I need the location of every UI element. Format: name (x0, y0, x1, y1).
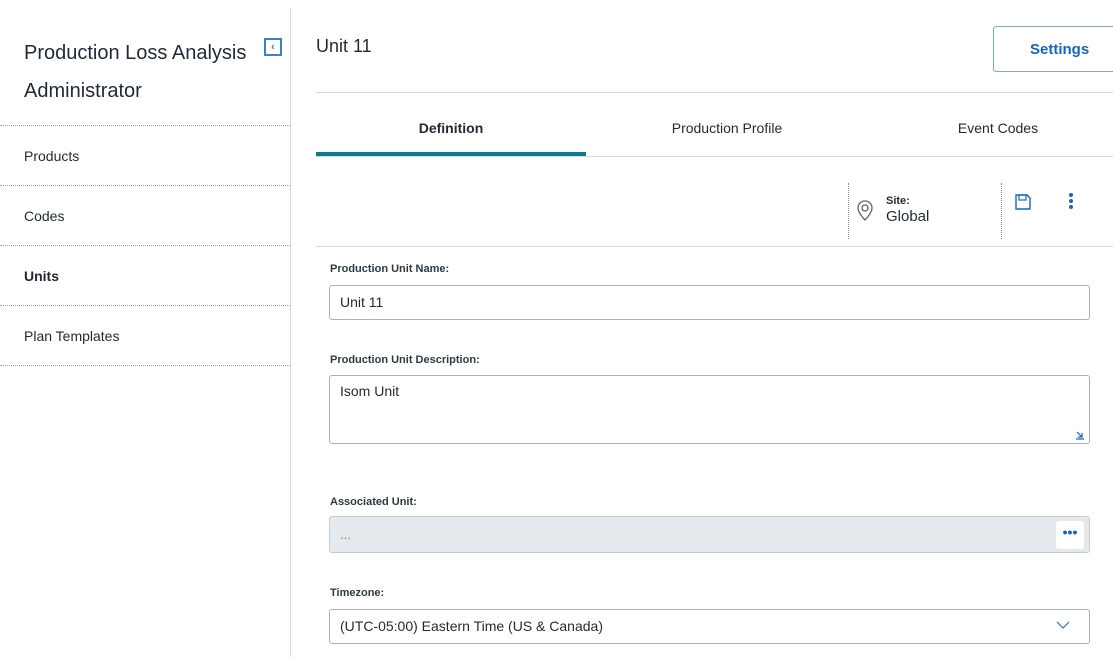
settings-button[interactable]: Settings (993, 26, 1113, 72)
site-label: Site: (886, 195, 910, 207)
save-icon[interactable] (1014, 193, 1032, 211)
sidebar-divider (290, 8, 291, 657)
sidebar-item-codes[interactable]: Codes (0, 186, 290, 246)
chevron-left-icon: ‹ (271, 41, 275, 53)
name-label: Production Unit Name: (330, 263, 450, 275)
tab-definition[interactable]: Definition (316, 98, 586, 156)
site-value[interactable]: Global (886, 208, 929, 225)
tabs-divider (316, 156, 1113, 157)
toolbar-divider (316, 246, 1113, 247)
toolbar-separator (1001, 183, 1003, 239)
description-text: Isom Unit (340, 383, 400, 399)
sidebar-item-products[interactable]: Products (0, 126, 290, 186)
toolbar-separator (848, 183, 850, 239)
page-title: Unit 11 (316, 36, 372, 56)
resize-handle-icon[interactable] (1075, 430, 1085, 440)
description-label: Production Unit Description: (330, 354, 480, 366)
ellipsis-icon: ••• (1062, 524, 1078, 540)
tab-production-profile[interactable]: Production Profile (592, 98, 862, 156)
associated-unit-field: ... (329, 516, 1090, 553)
timezone-label: Timezone: (330, 587, 385, 599)
header-divider (316, 92, 1113, 93)
sidebar-item-plan-templates[interactable]: Plan Templates (0, 306, 290, 366)
chevron-down-icon[interactable] (1056, 620, 1070, 630)
sidebar-title: Production Loss Analysis Administrator (24, 42, 247, 102)
production-unit-name-input[interactable]: Unit 11 (329, 285, 1090, 320)
timezone-select[interactable]: (UTC-05:00) Eastern Time (US & Canada) (329, 609, 1090, 644)
sidebar-nav: Products Codes Units Plan Templates (0, 125, 290, 366)
associated-unit-label: Associated Unit: (330, 496, 417, 508)
collapse-sidebar-button[interactable]: ‹ (264, 38, 282, 56)
more-vertical-icon[interactable] (1068, 193, 1074, 213)
sidebar-item-units[interactable]: Units (0, 246, 290, 306)
sidebar: Production Loss Analysis Administrator ‹… (0, 0, 290, 657)
tab-event-codes[interactable]: Event Codes (863, 98, 1113, 156)
production-unit-description-textarea[interactable]: Isom Unit (329, 375, 1090, 444)
associated-unit-browse-button[interactable]: ••• (1056, 521, 1084, 549)
location-pin-icon (857, 200, 873, 221)
